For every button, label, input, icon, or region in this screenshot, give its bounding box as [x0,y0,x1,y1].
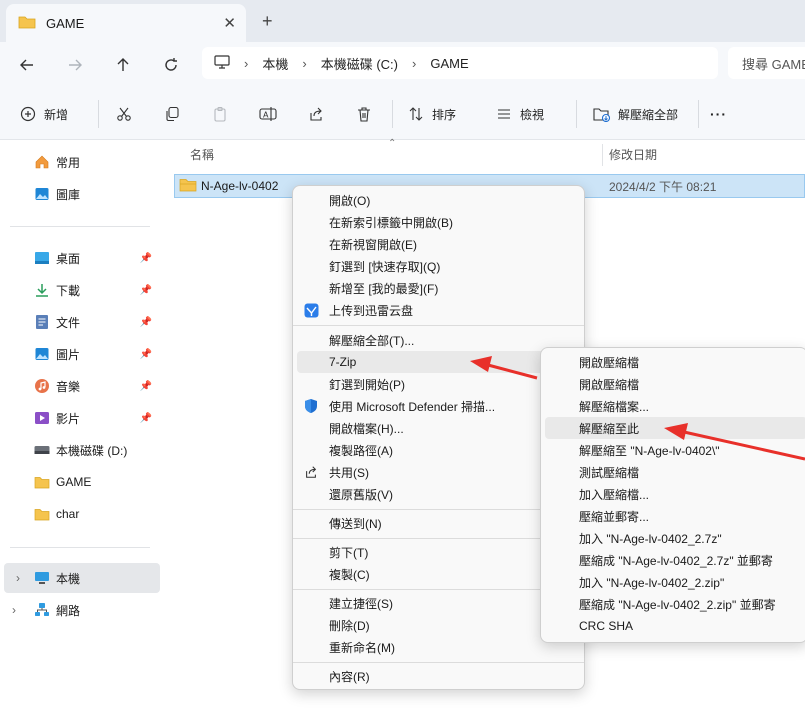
annotation-arrow-7zip [470,356,538,380]
annotation-arrow-extract-here [664,423,805,461]
annotation-arrows [470,356,805,461]
